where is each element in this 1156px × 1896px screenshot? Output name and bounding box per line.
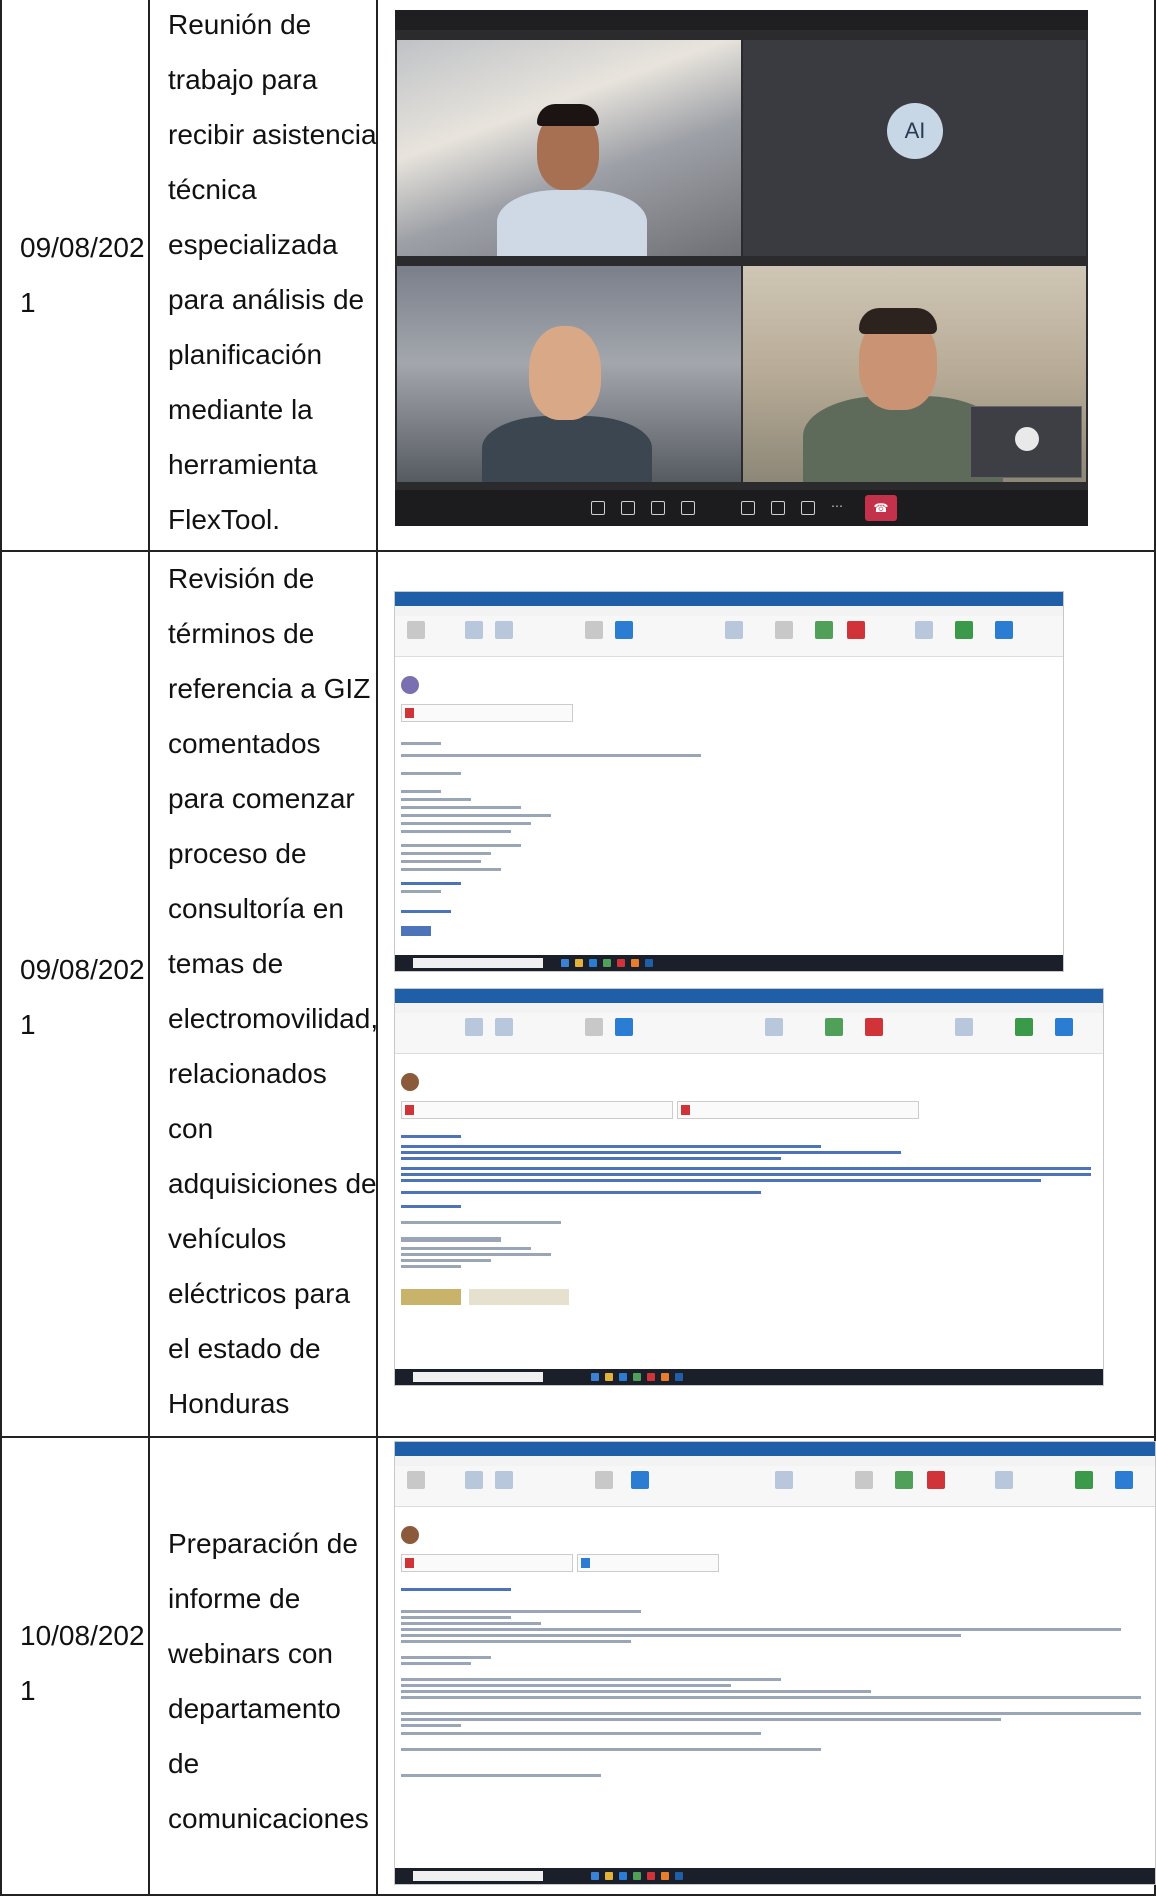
sender-avatar <box>401 676 419 694</box>
avatar: AI <box>887 103 943 159</box>
date-text: 10/08/202 1 <box>20 1620 145 1706</box>
attachment[interactable] <box>577 1554 719 1572</box>
email-screenshot <box>394 1441 1156 1885</box>
email-screenshot <box>394 591 1064 972</box>
taskbar <box>395 955 1063 971</box>
sender-avatar <box>401 1526 419 1544</box>
call-topbar <box>395 10 1088 30</box>
call-controls: ⋯ ☎ <box>395 490 1088 526</box>
window-titlebar <box>395 592 1063 606</box>
ribbon-toolbar <box>395 616 1063 657</box>
date-cell: 09/08/202 1 <box>0 0 150 552</box>
description-text: Reunión de trabajo para recibir asistenc… <box>168 9 377 535</box>
ribbon-toolbar <box>395 1013 1103 1054</box>
date-cell: 09/08/202 1 <box>0 552 150 1438</box>
participant-tile <box>397 266 741 482</box>
participant-tile <box>743 266 1086 482</box>
sender-avatar <box>401 1073 419 1091</box>
taskbar-search[interactable] <box>413 958 543 968</box>
camera-icon[interactable] <box>741 501 755 515</box>
more-options-icon[interactable]: ⋯ <box>831 500 845 515</box>
microphone-icon[interactable] <box>771 501 785 515</box>
pdf-icon <box>681 1105 690 1115</box>
description-text: Revisión de términos de referencia a GIZ… <box>168 563 379 1419</box>
participant-tile: AI <box>743 40 1086 256</box>
video-call-screenshot: AI ⋯ ☎ <box>395 10 1088 526</box>
description-text: Preparación de informe de webinars con d… <box>168 1528 369 1834</box>
self-view <box>970 406 1082 478</box>
date-text: 09/08/202 1 <box>20 232 145 318</box>
description-cell: Revisión de términos de referencia a GIZ… <box>150 552 378 1438</box>
window-titlebar <box>395 1442 1155 1456</box>
raise-hand-icon[interactable] <box>681 501 695 515</box>
taskbar <box>395 1369 1103 1385</box>
attachment[interactable] <box>401 1554 573 1572</box>
chat-icon[interactable] <box>591 501 605 515</box>
ribbon-toolbar <box>395 1466 1155 1507</box>
taskbar <box>395 1868 1155 1884</box>
taskbar-search[interactable] <box>413 1372 543 1382</box>
attachment[interactable] <box>401 1101 673 1119</box>
participant-tile <box>397 40 741 256</box>
share-screen-icon[interactable] <box>651 501 665 515</box>
word-icon <box>581 1558 590 1568</box>
row-divider <box>0 1436 1156 1438</box>
row-divider <box>0 550 1156 552</box>
email-screenshot <box>394 988 1104 1386</box>
pdf-icon <box>405 1558 414 1568</box>
description-cell: Reunión de trabajo para recibir asistenc… <box>150 0 378 552</box>
taskbar-search[interactable] <box>413 1871 543 1881</box>
attachment[interactable] <box>677 1101 919 1119</box>
attachment[interactable] <box>401 704 573 722</box>
pdf-icon <box>405 708 414 718</box>
date-cell: 10/08/202 1 <box>0 1438 150 1896</box>
window-titlebar <box>395 989 1103 1003</box>
participants-icon[interactable] <box>621 501 635 515</box>
pdf-icon <box>405 1105 414 1115</box>
description-cell: Preparación de informe de webinars con d… <box>150 1438 378 1896</box>
hang-up-button[interactable]: ☎ <box>865 495 897 521</box>
self-avatar <box>1015 427 1039 451</box>
date-text: 09/08/202 1 <box>20 954 145 1040</box>
speaker-icon[interactable] <box>801 501 815 515</box>
